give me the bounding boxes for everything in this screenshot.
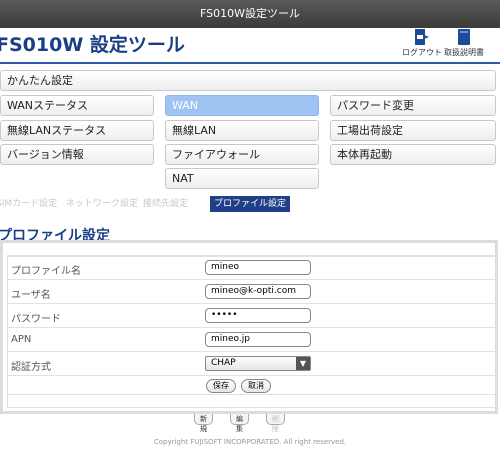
username-input[interactable]: mineo@k-opti.com <box>205 284 311 299</box>
form-row-password: パスワード ••••• <box>7 303 497 328</box>
menu-password-change[interactable]: パスワード変更 <box>330 95 496 116</box>
tab-sim-card[interactable]: SIMカード設定 <box>0 196 57 212</box>
form-row-username: ユーザ名 mineo@k-opti.com <box>7 279 497 304</box>
apn-input[interactable]: mineo.jp <box>205 332 311 347</box>
cancel-button[interactable]: 取消 <box>241 379 271 393</box>
menu-wlan-status[interactable]: 無線LANステータス <box>0 120 154 141</box>
logout-icon <box>415 29 429 45</box>
auth-label: 認証方式 <box>11 362 51 373</box>
header-divider <box>0 62 500 64</box>
footer-copyright: Copyright FUJISOFT INCORPORATED. All rig… <box>153 438 347 446</box>
menu-wlan[interactable]: 無線LAN <box>165 120 319 141</box>
form-row-apn: APN mineo.jp <box>7 327 497 352</box>
menu-wan[interactable]: WAN <box>165 95 319 116</box>
menu-nat[interactable]: NAT <box>165 168 319 189</box>
save-button[interactable]: 保存 <box>206 379 236 393</box>
password-label: パスワード <box>11 314 61 325</box>
edit-button[interactable]: 編集 <box>230 414 249 433</box>
app-title: FS010W 設定ツール <box>0 34 185 56</box>
manual-button[interactable]: 取扱説明書 <box>440 28 488 58</box>
menu-easy-setup[interactable]: かんたん設定 <box>0 70 496 91</box>
menu-reboot[interactable]: 本体再起動 <box>330 144 496 165</box>
logout-button[interactable]: ログアウト <box>398 28 446 58</box>
username-label: ユーザ名 <box>11 290 51 301</box>
menu-wan-status[interactable]: WANステータス <box>0 95 154 116</box>
tab-profile[interactable]: プロファイル設定 <box>210 196 291 212</box>
form-row-profile-name: プロファイル名 mineo <box>7 255 497 280</box>
delete-button: 削除 <box>266 414 285 433</box>
menu-factory-reset[interactable]: 工場出荷設定 <box>330 120 496 141</box>
tab-connection[interactable]: 接続先設定 <box>143 196 188 212</box>
form-row-actions: 保存 取消 <box>7 375 497 395</box>
profile-name-input[interactable]: mineo <box>205 260 311 275</box>
profile-name-label: プロファイル名 <box>11 266 81 277</box>
window-title: FS010W設定ツール <box>0 0 500 28</box>
header: FS010W 設定ツール ログアウト 取扱説明書 <box>0 28 500 60</box>
chevron-down-icon: ▼ <box>296 357 310 370</box>
new-button[interactable]: 新規 <box>194 414 213 433</box>
form-row-auth: 認証方式 CHAP ▼ <box>7 351 497 376</box>
tab-network[interactable]: ネットワーク設定 <box>66 196 138 212</box>
menu-firewall[interactable]: ファイアウォール <box>165 144 319 165</box>
menu-version-info[interactable]: バージョン情報 <box>0 144 154 165</box>
profile-panel: プロファイル名 mineo ユーザ名 mineo@k-opti.com パスワー… <box>0 240 498 414</box>
manual-label: 取扱説明書 <box>444 48 484 57</box>
auth-select-value: CHAP <box>211 358 236 368</box>
logout-label: ログアウト <box>402 48 442 57</box>
profile-form: プロファイル名 mineo ユーザ名 mineo@k-opti.com パスワー… <box>7 255 497 395</box>
auth-select[interactable]: CHAP ▼ <box>205 356 311 371</box>
apn-label: APN <box>11 334 32 345</box>
password-input[interactable]: ••••• <box>205 308 311 323</box>
manual-icon <box>458 29 470 45</box>
